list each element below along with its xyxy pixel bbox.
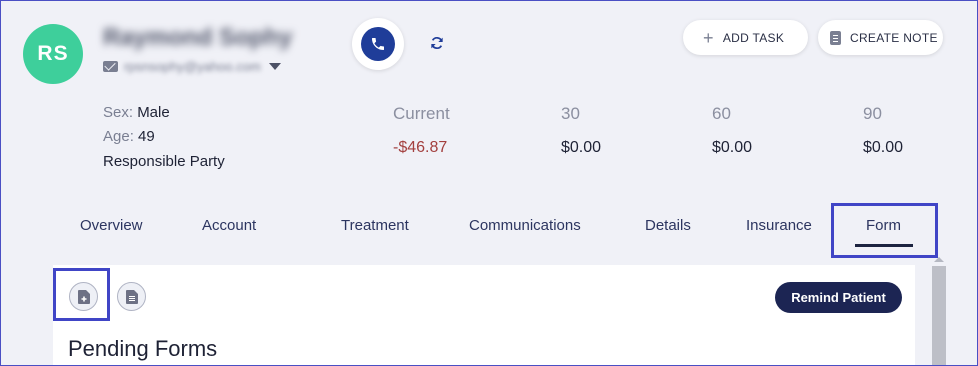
patient-email: rpsnsophy@yahoo.com bbox=[124, 59, 261, 74]
aging-header-30: 30 bbox=[561, 104, 580, 123]
chevron-down-icon[interactable] bbox=[268, 63, 281, 70]
responsible-party: Responsible Party bbox=[103, 153, 225, 170]
aging-header-90: 90 bbox=[863, 104, 882, 123]
scrollbar-thumb[interactable] bbox=[932, 266, 946, 366]
tab-details[interactable]: Details bbox=[645, 217, 691, 234]
create-note-button[interactable]: CREATE NOTE bbox=[818, 20, 943, 55]
age-row: Age: 49 bbox=[103, 128, 155, 145]
document-icon bbox=[125, 289, 138, 304]
refresh-icon[interactable] bbox=[428, 34, 446, 52]
avatar-initials: RS bbox=[37, 42, 69, 65]
sex-row: Sex: Male bbox=[103, 104, 170, 121]
aging-value-30: $0.00 bbox=[561, 139, 602, 156]
scroll-up-icon[interactable] bbox=[934, 257, 944, 262]
form-tab-highlight bbox=[831, 203, 938, 258]
create-note-label: CREATE NOTE bbox=[850, 30, 938, 45]
add-task-button[interactable]: + ADD TASK bbox=[683, 20, 808, 55]
mail-icon bbox=[103, 61, 118, 72]
aging-header-60: 60 bbox=[712, 104, 731, 123]
remind-patient-button[interactable]: Remind Patient bbox=[775, 282, 902, 313]
aging-header-current: Current bbox=[393, 104, 450, 123]
aging-value-90: $0.00 bbox=[863, 139, 904, 156]
age-value: 49 bbox=[138, 128, 155, 145]
view-forms-button[interactable] bbox=[117, 282, 146, 311]
note-icon bbox=[830, 30, 841, 45]
age-label: Age: bbox=[103, 128, 134, 145]
add-form-highlight bbox=[53, 268, 110, 321]
aging-value-current: -$46.87 bbox=[393, 139, 448, 156]
plus-icon: + bbox=[703, 27, 714, 48]
email-selector[interactable]: rpsnsophy@yahoo.com bbox=[103, 59, 281, 74]
patient-name: Raymond Sophy bbox=[103, 24, 293, 51]
call-button[interactable] bbox=[352, 18, 404, 70]
tab-communications[interactable]: Communications bbox=[469, 217, 581, 234]
sex-label: Sex: bbox=[103, 104, 134, 121]
aging-value-60: $0.00 bbox=[712, 139, 753, 156]
tab-insurance[interactable]: Insurance bbox=[746, 217, 812, 234]
tab-account[interactable]: Account bbox=[202, 217, 256, 234]
pending-forms-title: Pending Forms bbox=[68, 336, 218, 361]
add-task-label: ADD TASK bbox=[722, 30, 785, 45]
tab-overview[interactable]: Overview bbox=[80, 217, 143, 234]
sex-value: Male bbox=[137, 104, 170, 121]
tab-treatment[interactable]: Treatment bbox=[341, 217, 409, 234]
patient-avatar: RS bbox=[23, 24, 83, 84]
phone-icon bbox=[372, 38, 384, 50]
